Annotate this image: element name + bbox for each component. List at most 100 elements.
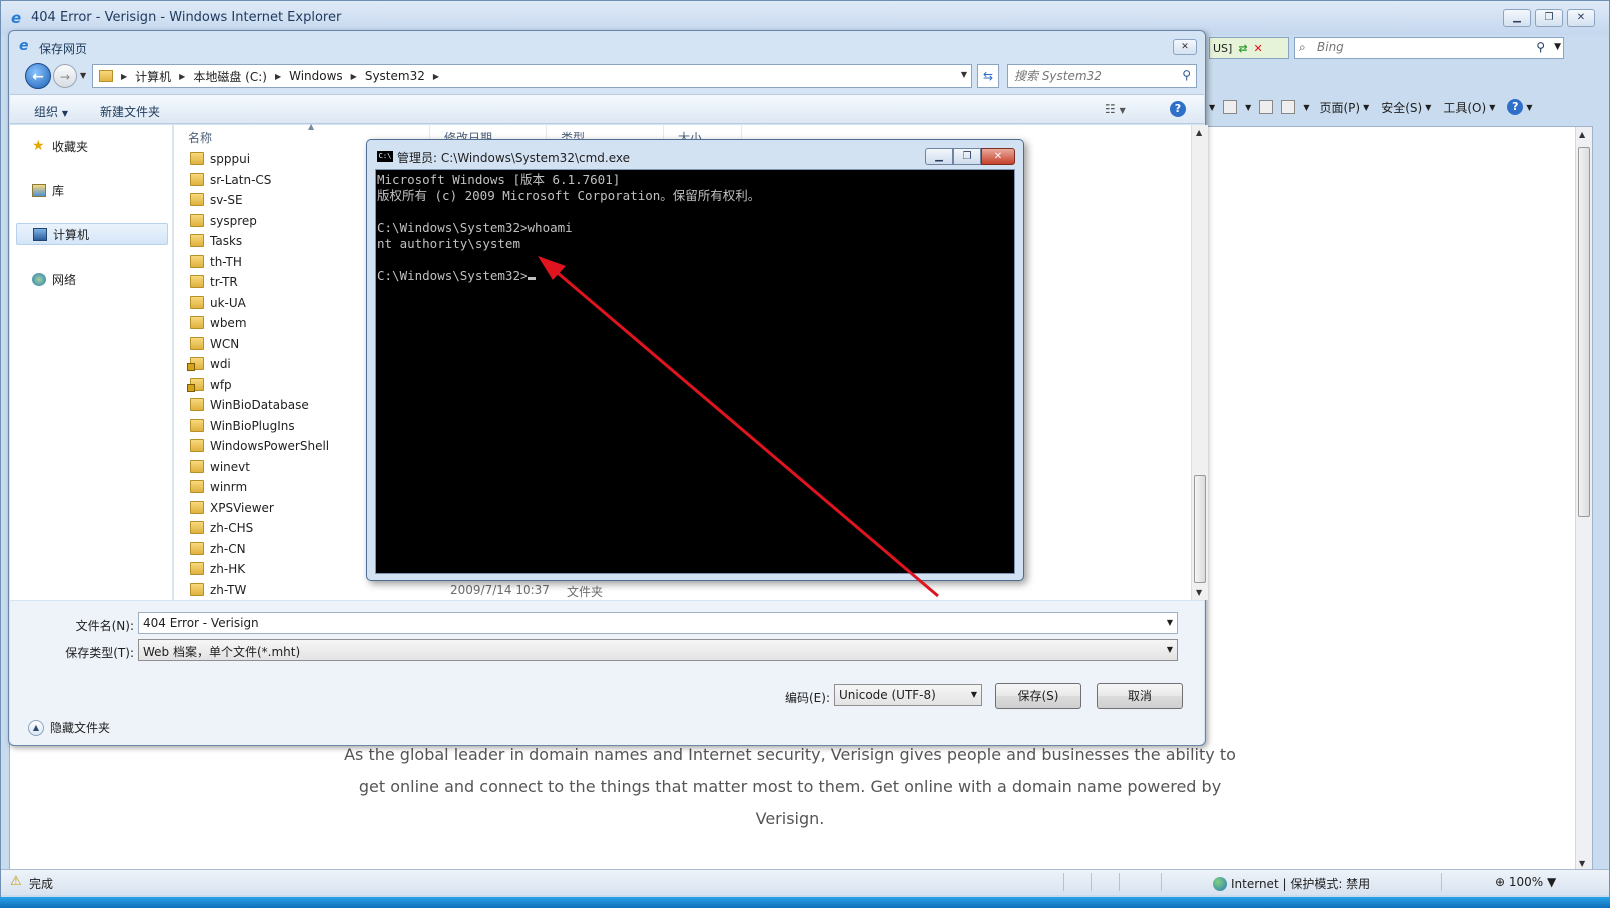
filename-value: 404 Error - Verisign <box>143 616 259 630</box>
mail-icon[interactable] <box>1259 100 1274 114</box>
page-menu[interactable]: 页面(P) ▼ <box>1317 99 1371 116</box>
chevron-right-icon[interactable]: ▶ <box>179 72 185 81</box>
chevron-down-icon[interactable]: ▼ <box>1303 103 1309 112</box>
page-menu-label: 页面(P) <box>1319 100 1361 115</box>
file-name: Tasks <box>210 234 243 248</box>
zoom-level[interactable]: ⊕ 100% ▼ <box>1495 875 1556 889</box>
dialog-close-button[interactable]: ✕ <box>1173 39 1197 55</box>
search-go-icon[interactable]: ⚲ <box>1536 40 1545 54</box>
dialog-search-input[interactable] <box>1014 69 1174 83</box>
nav-item-network[interactable]: 网络 <box>16 268 168 290</box>
chevron-down-icon[interactable]: ▼ <box>1209 103 1215 112</box>
nav-item-label: 收藏夹 <box>52 139 89 154</box>
ie-page-scrollbar[interactable]: ▲ ▼ <box>1575 127 1592 871</box>
safety-menu[interactable]: 安全(S) ▼ <box>1379 99 1433 116</box>
stop-icon[interactable]: ✕ <box>1251 42 1266 55</box>
chevron-down-icon[interactable]: ▼ <box>1245 103 1251 112</box>
refresh-icon[interactable]: ⇄ <box>1235 42 1250 55</box>
refresh-button[interactable]: ⇆ <box>977 64 999 88</box>
safety-menu-label: 安全(S) <box>1381 100 1423 115</box>
scroll-thumb[interactable] <box>1194 475 1206 583</box>
print-icon[interactable] <box>1281 100 1296 114</box>
security-zone[interactable]: Internet | 保护模式: 禁用 <box>1213 875 1370 892</box>
organize-label: 组织 <box>34 105 59 119</box>
feeds-icon[interactable] <box>1223 100 1238 114</box>
breadcrumb[interactable]: ▶ 计算机 ▶ 本地磁盘 (C:) ▶ Windows ▶ System32 ▶… <box>92 64 972 88</box>
help-icon[interactable]: ? <box>1170 101 1186 117</box>
breadcrumb-item[interactable]: Windows <box>289 69 343 83</box>
ie-logo-icon: e <box>19 38 29 54</box>
hide-folders-label: 隐藏文件夹 <box>50 721 111 735</box>
maximize-button[interactable]: ❐ <box>953 148 981 165</box>
folder-icon <box>190 500 204 514</box>
breadcrumb-item[interactable]: System32 <box>365 69 425 83</box>
savetype-value: Web 档案，单个文件(*.mht) <box>143 645 301 659</box>
file-name: winrm <box>210 480 248 494</box>
scroll-up-icon[interactable]: ▲ <box>1196 128 1202 137</box>
folder-icon <box>190 582 204 596</box>
organize-button[interactable]: 组织 ▼ <box>34 103 68 120</box>
folder-icon <box>190 418 204 432</box>
cmd-console[interactable]: Microsoft Windows [版本 6.1.7601] 版权所有 (c) … <box>375 169 1015 574</box>
column-label: 名称 <box>188 131 213 145</box>
file-name: WinBioDatabase <box>210 398 309 412</box>
maximize-button[interactable]: ❐ <box>1535 9 1563 27</box>
file-name: uk-UA <box>210 295 246 310</box>
dialog-search-box[interactable]: ⚲ <box>1007 64 1197 88</box>
filename-field[interactable]: 404 Error - Verisign ▼ <box>138 612 1178 634</box>
dialog-titlebar: e 保存网页 ✕ <box>9 31 1205 61</box>
folder-icon <box>190 172 204 186</box>
dialog-title: 保存网页 <box>39 42 88 56</box>
savetype-select[interactable]: Web 档案，单个文件(*.mht) ▼ <box>138 639 1178 661</box>
chevron-right-icon[interactable]: ▶ <box>275 72 281 81</box>
status-text: 完成 <box>29 877 54 891</box>
console-line: C:\Windows\System32>whoami <box>377 220 573 235</box>
ie-search-input[interactable] <box>1317 40 1537 54</box>
encoding-select[interactable]: Unicode (UTF-8) ▼ <box>834 684 982 706</box>
chevron-right-icon[interactable]: ▶ <box>351 72 357 81</box>
breadcrumb-item[interactable]: 本地磁盘 (C:) <box>193 68 267 85</box>
encoding-value: Unicode (UTF-8) <box>839 688 936 702</box>
scroll-down-icon[interactable]: ▼ <box>1579 859 1585 868</box>
chevron-right-icon[interactable]: ▶ <box>433 72 439 81</box>
save-button[interactable]: 保存(S) <box>995 683 1081 709</box>
scroll-thumb[interactable] <box>1578 147 1590 517</box>
chevron-down-icon[interactable]: ▼ <box>1554 42 1561 52</box>
folder-icon <box>190 398 204 411</box>
nav-item-label: 网络 <box>52 272 77 287</box>
view-options-button[interactable]: ☷ ▼ <box>1105 102 1126 116</box>
chevron-down-icon[interactable]: ▼ <box>961 70 967 79</box>
scroll-up-icon[interactable]: ▲ <box>1579 130 1585 139</box>
ie-address-tail[interactable]: US] ⇄ ✕ <box>1209 37 1289 59</box>
close-button[interactable]: ✕ <box>981 148 1015 165</box>
chevron-down-icon[interactable]: ▼ <box>1167 618 1173 627</box>
chevron-right-icon[interactable]: ▶ <box>121 72 127 81</box>
file-row[interactable]: zh-TW 2009/7/14 10:37 文件夹 <box>174 580 1194 601</box>
ie-search-box[interactable]: ⌕ ⚲ ▼ <box>1294 37 1564 59</box>
minimize-button[interactable]: ▁ <box>925 148 953 165</box>
file-list-scrollbar[interactable]: ▲ ▼ <box>1191 125 1208 600</box>
ie-window-controls: ▁ ❐ ✕ <box>1503 9 1595 27</box>
tools-menu-label: 工具(O) <box>1443 100 1487 115</box>
chevron-down-icon: ▼ <box>970 690 977 699</box>
forward-button[interactable]: → <box>53 64 77 88</box>
minimize-button[interactable]: ▁ <box>1503 9 1531 27</box>
back-button[interactable]: ← <box>25 63 51 89</box>
search-icon[interactable]: ⚲ <box>1182 68 1191 82</box>
nav-item-favorites[interactable]: ★ 收藏夹 <box>16 135 168 157</box>
hide-folders-toggle[interactable]: ▲ 隐藏文件夹 <box>28 719 110 736</box>
scroll-down-icon[interactable]: ▼ <box>1196 588 1202 597</box>
cancel-button[interactable]: 取消 <box>1097 683 1183 709</box>
warning-icon: ⚠ <box>10 874 22 889</box>
text-cursor <box>527 277 536 280</box>
nav-item-libraries[interactable]: 库 <box>16 179 168 201</box>
help-menu[interactable]: ? ▼ <box>1505 99 1534 115</box>
nav-item-computer[interactable]: 计算机 <box>16 223 168 245</box>
history-dropdown-icon[interactable]: ▼ <box>80 71 86 80</box>
new-folder-button[interactable]: 新建文件夹 <box>100 103 160 120</box>
breadcrumb-item[interactable]: 计算机 <box>135 68 171 85</box>
close-button[interactable]: ✕ <box>1567 9 1595 27</box>
tools-menu[interactable]: 工具(O) ▼ <box>1441 99 1497 116</box>
cmd-titlebar: C:\ 管理员: C:\Windows\System32\cmd.exe ▁ ❐… <box>367 140 1023 168</box>
